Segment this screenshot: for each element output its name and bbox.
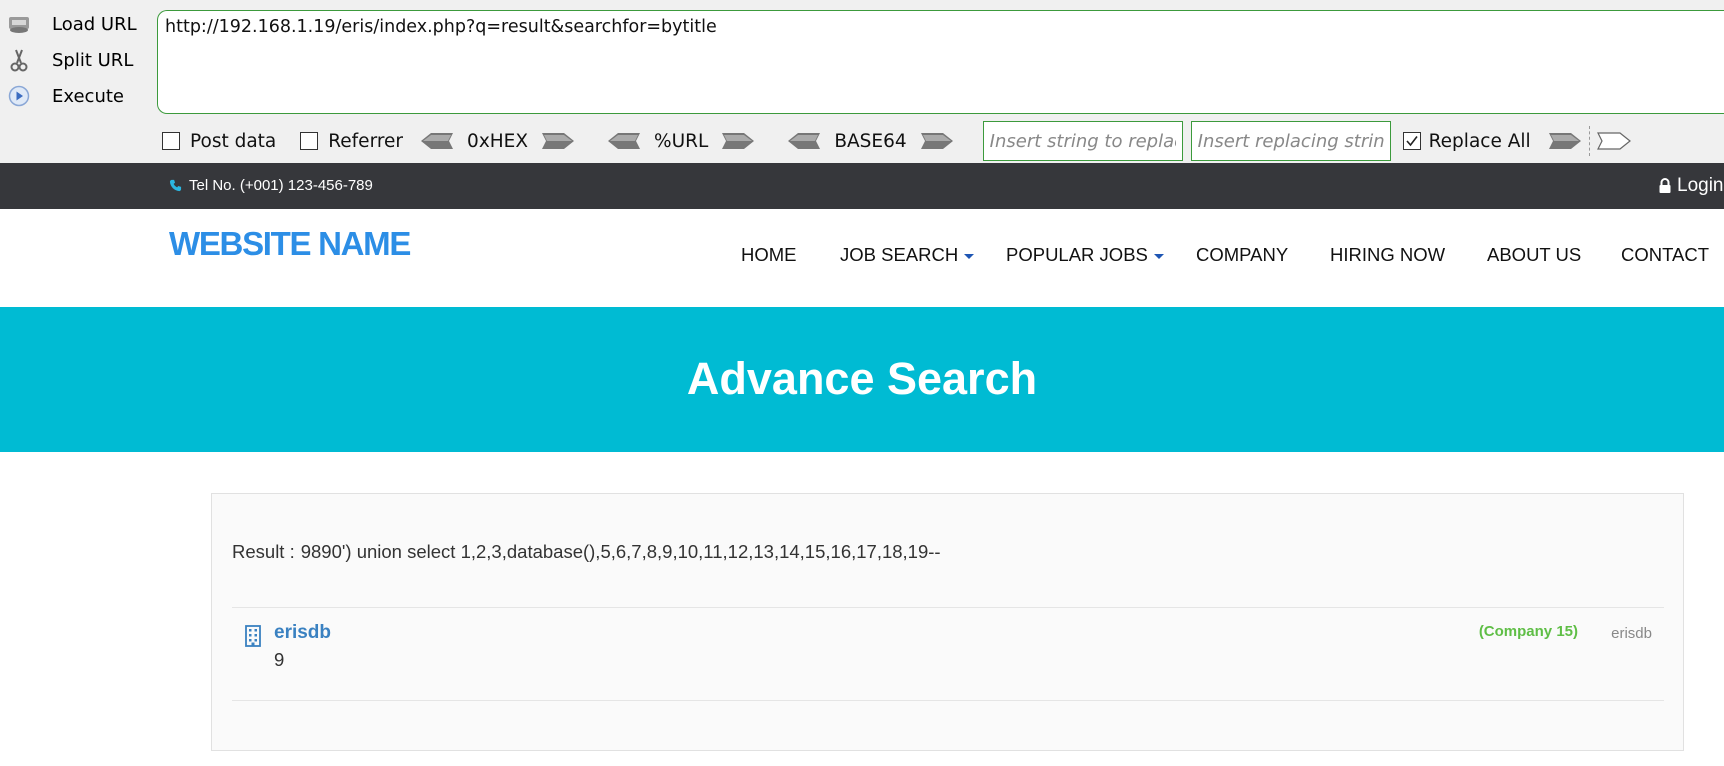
base64-decode-arrow-icon[interactable] [786,132,822,150]
nav-job-search-label: JOB SEARCH [840,244,959,265]
base64-label: BASE64 [834,130,907,152]
base64-encode-arrow-icon[interactable] [919,132,955,150]
main-navbar: WEBSITE NAME HOME JOB SEARCH POPULAR JOB… [0,209,1724,307]
result-label: Result : [232,541,295,562]
hero-banner: Advance Search [0,307,1724,452]
nav-company[interactable]: COMPANY [1196,244,1288,266]
result-divider-top [232,607,1664,608]
results-panel: Result :9890') union select 1,2,3,databa… [211,493,1684,751]
referrer-checkbox[interactable] [300,132,319,150]
telephone-info: Tel No. (+001) 123-456-789 [169,177,373,194]
hackbar-options-row: Post data Referrer 0xHEX %URL BASE64 Rep… [162,121,1724,161]
hex-label: 0xHEX [467,130,529,152]
result-divider-bottom [232,700,1664,701]
lock-icon [1659,178,1671,193]
telephone-text: Tel No. (+001) 123-456-789 [189,177,373,194]
hex-decode-arrow-icon[interactable] [419,132,455,150]
nav-job-search[interactable]: JOB SEARCH [840,244,975,266]
login-label: Login [1677,175,1724,196]
referrer-label: Referrer [328,130,404,152]
execute-button[interactable]: Execute [0,78,150,114]
result-item-title-link[interactable]: erisdb [274,622,331,644]
load-url-button[interactable]: Load URL [0,6,150,42]
nav-popular-jobs-label: POPULAR JOBS [1006,244,1148,265]
toolbar-separator [1588,126,1590,156]
top-info-bar: Tel No. (+001) 123-456-789 Login [0,163,1724,209]
url-textarea[interactable]: http://192.168.1.19/eris/index.php?q=res… [157,10,1724,114]
post-data-checkbox[interactable] [162,132,180,150]
url-encode-label: %URL [654,130,709,152]
scissors-icon [6,49,32,72]
url-decode-arrow-icon[interactable] [606,132,642,150]
checkmark-icon [1406,136,1418,147]
chevron-down-icon [1153,253,1164,259]
login-link[interactable]: Login [1658,175,1724,197]
nav-about-us[interactable]: ABOUT US [1487,244,1581,266]
chevron-down-icon [964,253,975,259]
result-query-line: Result :9890') union select 1,2,3,databa… [232,541,941,563]
nav-home[interactable]: HOME [741,244,797,266]
replace-all-checkbox[interactable] [1402,132,1421,150]
nav-hiring-now[interactable]: HIRING NOW [1330,244,1445,266]
nav-menu: HOME JOB SEARCH POPULAR JOBS COMPANY HIR… [0,244,1724,274]
find-string-input[interactable] [982,121,1183,161]
load-url-label: Load URL [52,13,137,35]
hackbar-toolbar: Load URL Split URL Execute http://192.16… [0,0,1724,164]
nav-contact[interactable]: CONTACT [1621,244,1709,266]
result-item-meta: erisdb [1611,625,1652,642]
result-item-company: (Company 15) [1478,623,1578,640]
play-icon [6,85,32,107]
page-title: Advance Search [686,353,1038,404]
replace-next-arrow-icon[interactable] [1596,132,1632,150]
hex-encode-arrow-icon[interactable] [540,132,576,150]
url-text: http://192.168.1.19/eris/index.php?q=res… [165,17,717,37]
split-url-label: Split URL [52,49,134,71]
load-url-icon [6,13,32,35]
result-item-subtitle: 9 [274,649,285,670]
phone-icon [169,179,182,192]
execute-label: Execute [52,85,124,107]
post-data-label: Post data [190,130,277,152]
building-icon [245,625,261,647]
result-query: 9890') union select 1,2,3,database(),5,6… [300,541,941,562]
hackbar-menu: Load URL Split URL Execute [0,6,150,114]
url-encode-arrow-icon[interactable] [720,132,756,150]
replace-right-arrow-icon[interactable] [1547,132,1583,150]
replace-all-label: Replace All [1428,130,1531,152]
replace-string-input[interactable] [1190,121,1391,161]
split-url-button[interactable]: Split URL [0,42,150,78]
nav-popular-jobs[interactable]: POPULAR JOBS [1006,244,1164,266]
